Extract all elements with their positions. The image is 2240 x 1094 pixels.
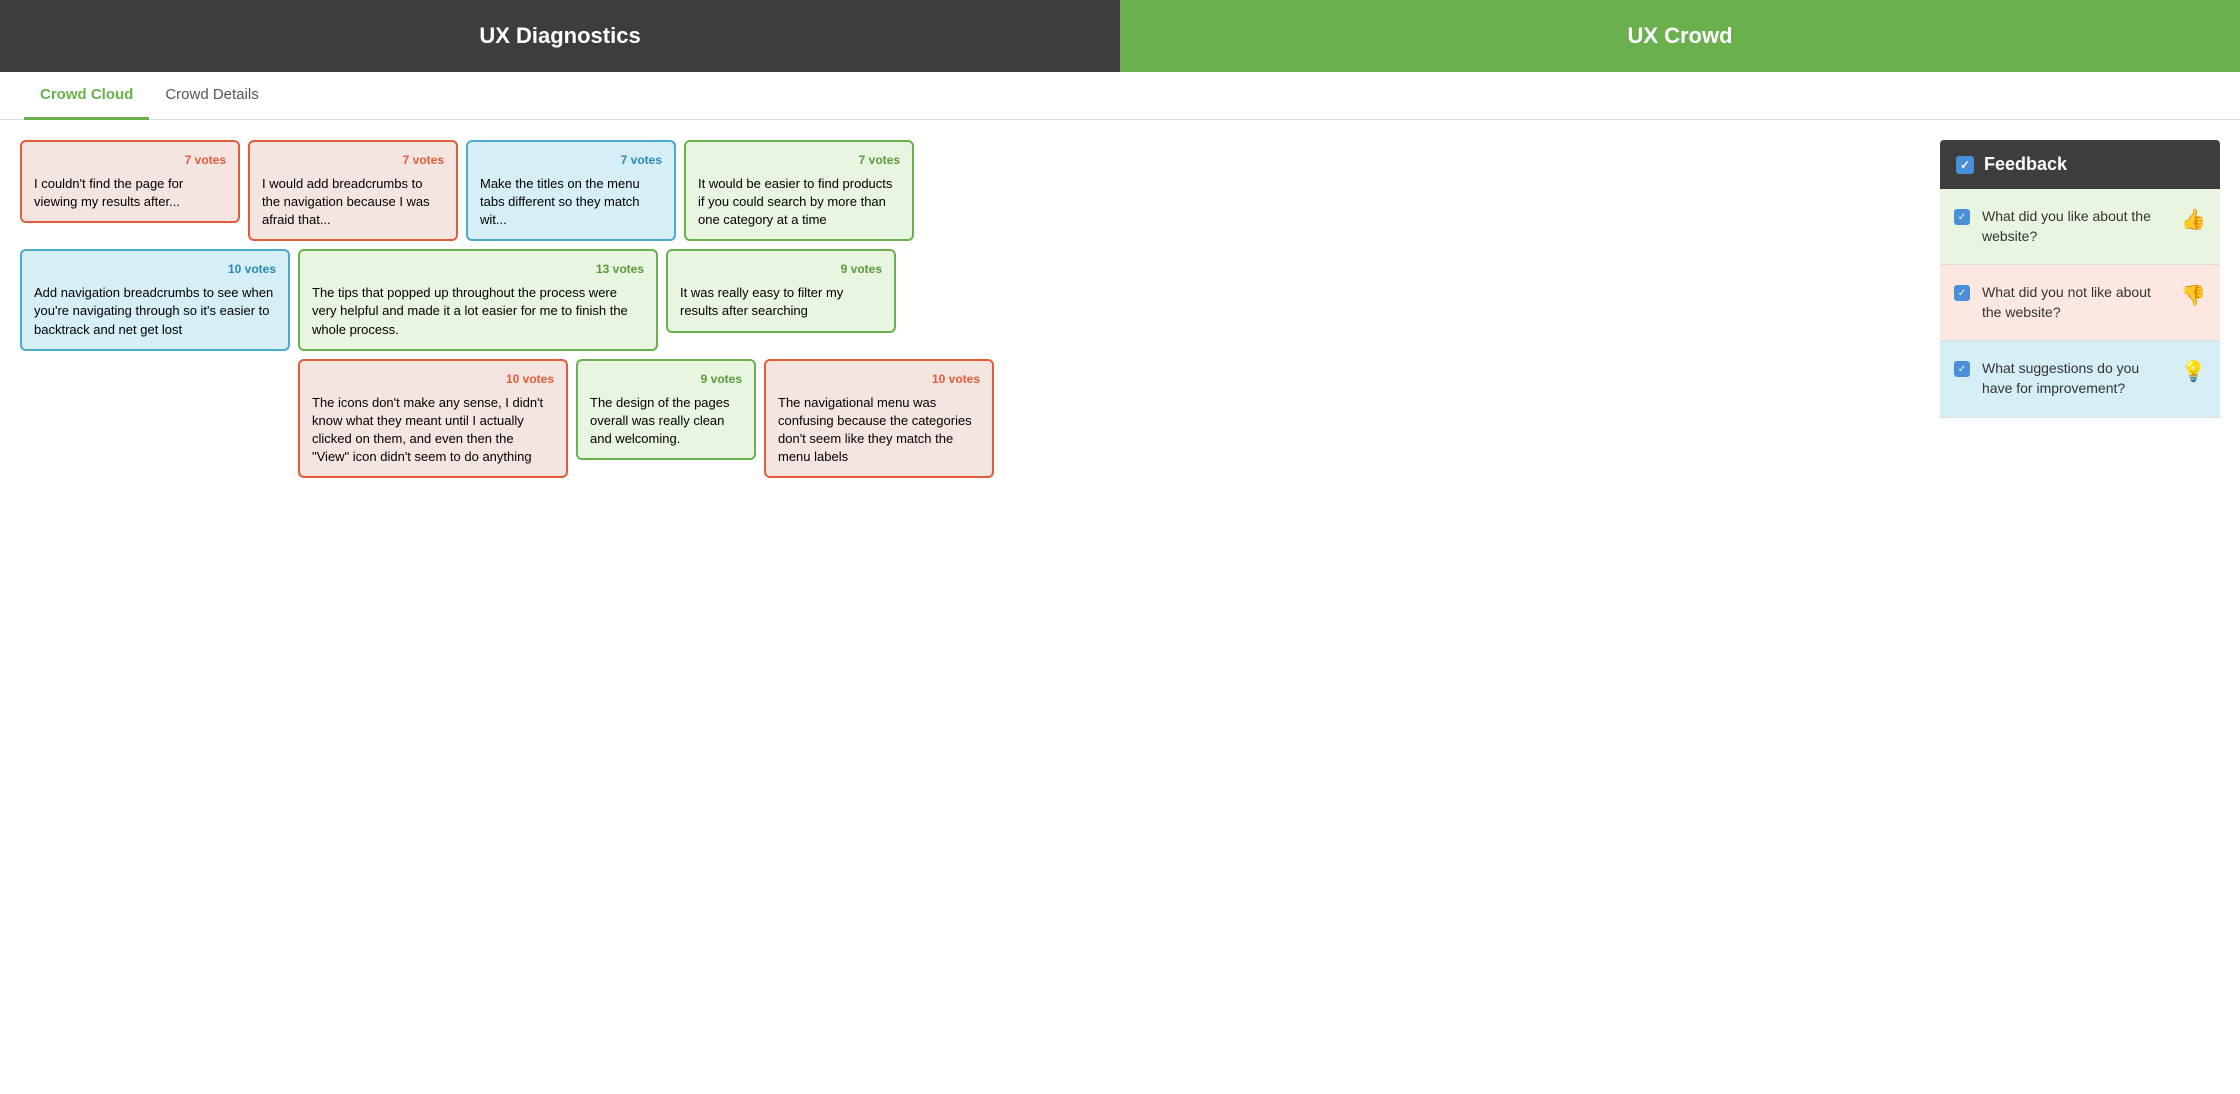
card-r3c1-text: The icons don't make any sense, I didn't…	[312, 394, 554, 467]
feedback-dislike-text: What did you not like about the website?	[1982, 283, 2169, 322]
card-r1c1-text: I couldn't find the page for viewing my …	[34, 175, 226, 211]
card-r2c2-votes: 13 votes	[312, 261, 644, 278]
card-r3c1-votes: 10 votes	[312, 371, 554, 388]
feedback-dislike-checkbox[interactable]: ✓	[1954, 285, 1970, 301]
card-r2c3-votes: 9 votes	[680, 261, 882, 278]
card-r2c2[interactable]: 13 votes The tips that popped up through…	[298, 249, 658, 350]
card-r3c2[interactable]: 9 votes The design of the pages overall …	[576, 359, 756, 460]
card-r1c3-text: Make the titles on the menu tabs differe…	[480, 175, 662, 230]
thumbs-up-icon: 👍	[2181, 207, 2206, 232]
feedback-dislike-item[interactable]: ✓ What did you not like about the websit…	[1940, 265, 2220, 341]
thumbs-down-icon: 👎	[2181, 283, 2206, 308]
card-r2c3-text: It was really easy to filter my results …	[680, 284, 882, 320]
card-r1c2-votes: 7 votes	[262, 152, 444, 169]
main-content: 7 votes I couldn't find the page for vie…	[0, 120, 2240, 1094]
card-r2c1[interactable]: 10 votes Add navigation breadcrumbs to s…	[20, 249, 290, 350]
card-r3c3[interactable]: 10 votes The navigational menu was confu…	[764, 359, 994, 479]
card-r1c4-votes: 7 votes	[698, 152, 900, 169]
sidebar-title: Feedback	[1984, 154, 2067, 175]
cards-container: 7 votes I couldn't find the page for vie…	[20, 140, 1920, 478]
card-r3c3-text: The navigational menu was confusing beca…	[778, 394, 980, 467]
card-r3c1[interactable]: 10 votes The icons don't make any sense,…	[298, 359, 568, 479]
lightbulb-icon: 💡	[2181, 359, 2206, 384]
card-r2c1-votes: 10 votes	[34, 261, 276, 278]
card-r2c3[interactable]: 9 votes It was really easy to filter my …	[666, 249, 896, 332]
card-r1c3-votes: 7 votes	[480, 152, 662, 169]
feedback-suggest-item[interactable]: ✓ What suggestions do you have for impro…	[1940, 341, 2220, 417]
cloud-area: 7 votes I couldn't find the page for vie…	[20, 140, 1920, 1074]
sidebar-header-checkbox: ✓	[1956, 156, 1974, 174]
card-r3c3-votes: 10 votes	[778, 371, 980, 388]
tab-crowd-details[interactable]: Crowd Details	[149, 72, 274, 120]
section-title: UX Crowd	[1120, 0, 2240, 72]
feedback-like-text: What did you like about the website?	[1982, 207, 2169, 246]
card-r1c4-text: It would be easier to find products if y…	[698, 175, 900, 230]
header: UX Diagnostics UX Crowd	[0, 0, 2240, 72]
sidebar-header: ✓ Feedback	[1940, 140, 2220, 189]
card-r1c3[interactable]: 7 votes Make the titles on the menu tabs…	[466, 140, 676, 241]
card-r3c2-votes: 9 votes	[590, 371, 742, 388]
cards-row-3: 10 votes The icons don't make any sense,…	[298, 359, 1920, 479]
card-r3c2-text: The design of the pages overall was real…	[590, 394, 742, 449]
tab-bar: Crowd Cloud Crowd Details	[0, 72, 2240, 120]
card-r1c4[interactable]: 7 votes It would be easier to find produ…	[684, 140, 914, 241]
feedback-suggest-text: What suggestions do you have for improve…	[1982, 359, 2169, 398]
feedback-like-checkbox[interactable]: ✓	[1954, 209, 1970, 225]
feedback-like-item[interactable]: ✓ What did you like about the website? 👍	[1940, 189, 2220, 265]
card-r1c2[interactable]: 7 votes I would add breadcrumbs to the n…	[248, 140, 458, 241]
cards-row-2: 10 votes Add navigation breadcrumbs to s…	[20, 249, 1920, 350]
card-r2c1-text: Add navigation breadcrumbs to see when y…	[34, 284, 276, 339]
feedback-suggest-checkbox[interactable]: ✓	[1954, 361, 1970, 377]
card-r1c2-text: I would add breadcrumbs to the navigatio…	[262, 175, 444, 230]
sidebar: ✓ Feedback ✓ What did you like about the…	[1940, 140, 2220, 1074]
card-r1c1[interactable]: 7 votes I couldn't find the page for vie…	[20, 140, 240, 223]
card-r2c2-text: The tips that popped up throughout the p…	[312, 284, 644, 339]
app-title: UX Diagnostics	[0, 23, 1120, 49]
card-r1c1-votes: 7 votes	[34, 152, 226, 169]
tab-crowd-cloud[interactable]: Crowd Cloud	[24, 72, 149, 120]
cards-row-1: 7 votes I couldn't find the page for vie…	[20, 140, 1920, 241]
